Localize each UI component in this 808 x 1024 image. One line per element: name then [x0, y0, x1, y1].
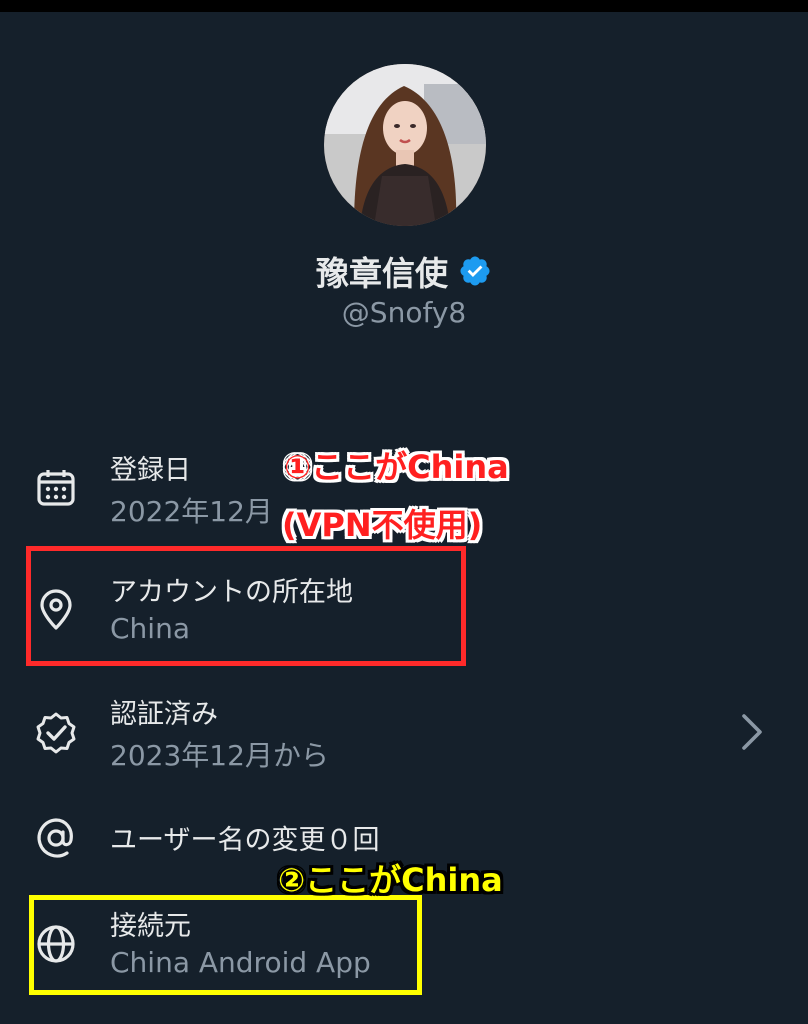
verified-since-row[interactable]: 認証済み 2023年12月から	[0, 684, 808, 784]
annotation-red-line1: ①ここがChina	[284, 448, 509, 486]
display-name: 豫章信使	[316, 254, 448, 293]
user-handle: @Snofy8	[341, 296, 467, 329]
annotation-yellow-box	[29, 895, 422, 995]
status-bar	[0, 0, 808, 12]
joined-date-value: 2022年12月	[110, 495, 273, 528]
annotation-red-box	[26, 546, 466, 666]
chevron-right-icon[interactable]	[736, 710, 768, 754]
verified-badge-icon[interactable]	[458, 254, 492, 288]
username-changes-label: ユーザー名の変更０回	[110, 825, 380, 856]
verified-since-label: 認証済み	[110, 699, 218, 730]
annotation-red-line2: (VPN不使用)	[282, 506, 483, 544]
annotation-yellow-label: ②ここがChina	[278, 861, 503, 899]
joined-date-label: 登録日	[110, 455, 191, 486]
profile-about-screen: 豫章信使 @Snofy8 登録日 2022年12月 アカウントの所在地 Chin…	[0, 0, 808, 1024]
avatar-image	[324, 64, 486, 226]
verified-check-icon	[34, 710, 78, 754]
at-sign-icon	[34, 816, 78, 860]
profile-name-row: 豫章信使	[0, 246, 808, 296]
avatar[interactable]	[324, 64, 486, 226]
calendar-icon	[34, 466, 78, 510]
verified-since-value: 2023年12月から	[110, 739, 329, 772]
